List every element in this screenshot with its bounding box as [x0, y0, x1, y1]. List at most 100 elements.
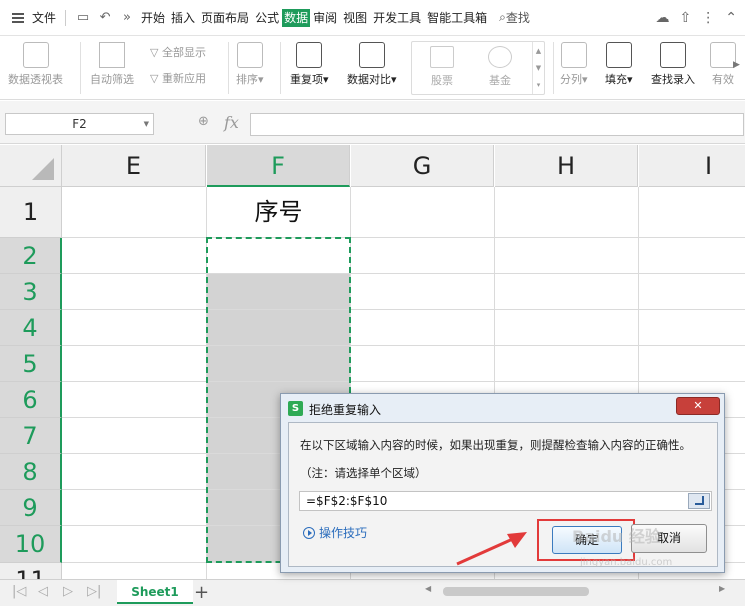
fund-button[interactable]: 基金 — [472, 46, 528, 88]
formula-bar: F2 ▼ ⊕ fx — [0, 101, 745, 144]
gallery-up-icon[interactable]: ▲ — [536, 47, 541, 55]
row-header-1[interactable]: 1 — [0, 187, 62, 238]
row-header-8[interactable]: 8 — [0, 454, 62, 490]
row-header-10[interactable]: 10 — [0, 526, 62, 563]
cloud-sync-icon[interactable]: ☁ — [656, 10, 670, 26]
row-header-7[interactable]: 7 — [0, 418, 62, 454]
data-compare-label: 数据对比 — [347, 73, 391, 86]
show-all-button[interactable]: ▽ 全部显示 — [150, 44, 206, 60]
sort-dropdown-icon: ▾ — [258, 73, 264, 86]
column-header-i[interactable]: I — [639, 145, 745, 187]
menu-divider — [65, 9, 67, 26]
data-compare-button[interactable]: 数据对比▾ — [347, 42, 397, 87]
fill-button[interactable]: 填充▾ — [605, 42, 633, 87]
search-label: 查找 — [505, 11, 530, 25]
row-header-3[interactable]: 3 — [0, 274, 62, 310]
gallery-down-icon[interactable]: ▼ — [536, 64, 541, 72]
first-sheet-icon[interactable]: |◁ — [12, 584, 26, 599]
data-compare-icon — [358, 42, 385, 68]
last-sheet-icon[interactable]: ▷| — [87, 584, 101, 599]
dialog-titlebar[interactable]: S 拒绝重复输入 ✕ — [281, 394, 724, 423]
sheet-tab-sheet1[interactable]: Sheet1 — [117, 580, 193, 604]
save-icon[interactable]: ▭ — [72, 7, 94, 29]
lookup-entry-button[interactable]: 查找录入 — [651, 42, 695, 87]
row-header-4[interactable]: 4 — [0, 310, 62, 346]
duplicates-dropdown-icon: ▾ — [323, 73, 329, 86]
name-box[interactable]: F2 ▼ — [5, 113, 154, 135]
ribbon-divider — [280, 42, 281, 94]
column-header-f[interactable]: F — [207, 145, 350, 187]
window-controls: ☁ ⇧ ⋮ ⌃ — [656, 0, 737, 36]
tab-data[interactable]: 数据 — [282, 8, 311, 27]
add-sheet-button[interactable]: + — [194, 582, 209, 603]
tips-label: 操作技巧 — [319, 526, 368, 540]
tab-smart-toolbox[interactable]: 智能工具箱 — [424, 0, 490, 36]
scroll-right-icon[interactable]: ▶ — [719, 584, 725, 593]
tips-link[interactable]: 操作技巧 — [303, 524, 367, 541]
collapse-ribbon-icon[interactable]: ⌃ — [725, 10, 737, 26]
stock-button[interactable]: 股票 — [414, 46, 470, 88]
prev-sheet-icon[interactable]: ◁ — [38, 584, 48, 599]
tab-formula[interactable]: 公式 — [252, 0, 282, 36]
horizontal-scrollbar[interactable]: ◀ ▶ — [413, 584, 733, 598]
sort-icon — [236, 42, 263, 68]
more-icon[interactable]: » — [116, 7, 138, 29]
gridline — [62, 309, 745, 310]
dialog-note: （注：请选择单个区域） — [300, 466, 427, 480]
stock-fund-gallery: 股票 基金 ▲ ▼ ▾ — [411, 41, 545, 95]
formula-input[interactable] — [250, 113, 744, 136]
cell-f1[interactable]: 序号 — [207, 187, 350, 237]
range-picker-button[interactable] — [688, 493, 710, 509]
tab-page-layout[interactable]: 页面布局 — [198, 0, 252, 36]
row-header-6[interactable]: 6 — [0, 382, 62, 418]
sort-button[interactable]: 排序▾ — [236, 42, 264, 87]
row-header-11[interactable]: 11 — [0, 563, 62, 579]
zoom-icon[interactable]: ⊕ — [198, 114, 216, 132]
tab-review[interactable]: 审阅 — [310, 0, 340, 36]
reapply-button[interactable]: ▽ 重新应用 — [150, 70, 206, 86]
row-header-9[interactable]: 9 — [0, 490, 62, 526]
tab-start[interactable]: 开始 — [138, 0, 168, 36]
pivot-table-button[interactable]: 数据透视表 — [8, 42, 63, 87]
share-icon[interactable]: ⇧ — [680, 10, 692, 26]
ribbon-data: 数据透视表 自动筛选 ▽ 全部显示 ▽ 重新应用 排序▾ 重复项▾ 数据对比▾ … — [0, 36, 745, 100]
file-menu[interactable]: 文件 — [29, 0, 59, 36]
dialog-close-button[interactable]: ✕ — [676, 397, 720, 415]
name-box-value: F2 — [72, 117, 87, 131]
scroll-thumb[interactable] — [443, 587, 589, 596]
tab-developer[interactable]: 开发工具 — [370, 0, 424, 36]
search-button[interactable]: ⌕ 查找 — [496, 0, 533, 36]
gridline — [62, 237, 745, 238]
scroll-left-icon[interactable]: ◀ — [425, 584, 431, 593]
more-options-icon[interactable]: ⋮ — [701, 10, 715, 26]
gallery-expand-icon[interactable]: ▾ — [537, 81, 541, 89]
column-header-h[interactable]: H — [495, 145, 638, 187]
column-header-e[interactable]: E — [62, 145, 206, 187]
duplicates-label: 重复项 — [290, 73, 323, 86]
row-header-5[interactable]: 5 — [0, 346, 62, 382]
stock-label: 股票 — [431, 74, 453, 87]
gallery-scroll[interactable]: ▲ ▼ ▾ — [532, 42, 544, 94]
split-column-button[interactable]: 分列▾ — [560, 42, 588, 87]
ribbon-scroll-right-icon[interactable]: ▶ — [733, 60, 740, 70]
column-header-g[interactable]: G — [351, 145, 494, 187]
range-input[interactable]: =$F$2:$F$10 — [299, 491, 712, 511]
tab-insert[interactable]: 插入 — [168, 0, 198, 36]
data-compare-dropdown-icon: ▾ — [391, 73, 397, 86]
select-all-icon — [32, 158, 54, 180]
filter-icon — [99, 42, 125, 68]
fund-icon — [488, 46, 512, 68]
row-header-2[interactable]: 2 — [0, 238, 62, 274]
next-sheet-icon[interactable]: ▷ — [63, 584, 73, 599]
name-box-dropdown-icon[interactable]: ▼ — [144, 114, 149, 134]
undo-icon[interactable]: ↶ — [94, 7, 116, 29]
fund-label: 基金 — [489, 74, 511, 87]
tab-view[interactable]: 视图 — [340, 0, 370, 36]
dialog-title: 拒绝重复输入 — [309, 403, 382, 417]
hamburger-menu-icon[interactable] — [12, 12, 24, 23]
fx-icon[interactable]: fx — [224, 113, 239, 132]
sheet-tab-bar: |◁ ◁ ▷ ▷| Sheet1 + ◀ ▶ — [0, 579, 745, 606]
duplicates-button[interactable]: 重复项▾ — [290, 42, 329, 87]
autofilter-button[interactable]: 自动筛选 — [90, 42, 134, 87]
select-all-corner[interactable] — [0, 145, 62, 187]
